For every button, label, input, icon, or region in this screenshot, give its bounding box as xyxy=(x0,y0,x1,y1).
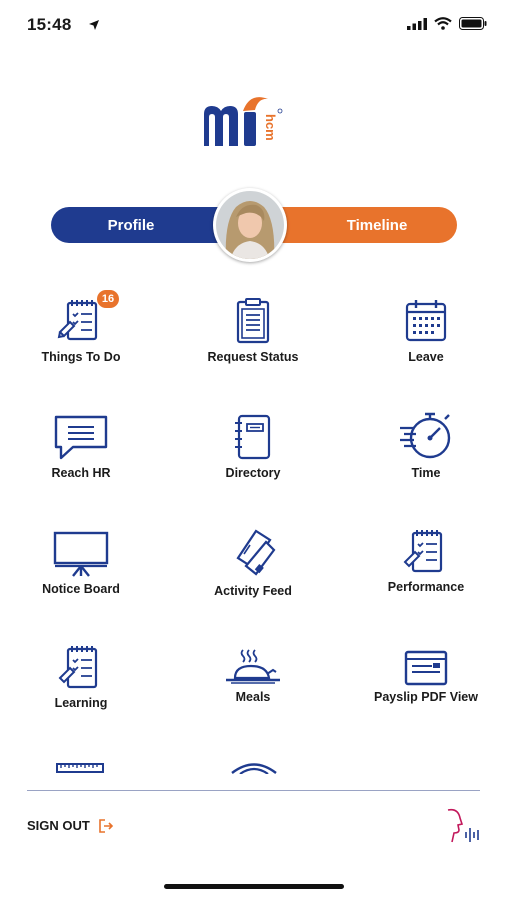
avatar[interactable] xyxy=(203,188,297,262)
sign-out-label: SIGN OUT xyxy=(27,818,90,833)
signal-icon xyxy=(407,17,427,30)
clipboard-icon xyxy=(236,298,270,344)
menu-label: Payslip PDF View xyxy=(374,690,478,704)
menu-label: Leave xyxy=(408,350,444,364)
menu-reach-hr[interactable]: Reach HR xyxy=(11,414,151,480)
menu-leave[interactable]: Leave xyxy=(356,298,496,364)
menu-label: Learning xyxy=(54,696,108,710)
menu-notice-board[interactable]: Notice Board xyxy=(11,530,151,596)
easel-board-icon xyxy=(53,531,109,577)
notebook-icon xyxy=(235,414,271,460)
menu-meals[interactable]: Meals xyxy=(183,648,323,704)
menu-label: Time xyxy=(411,466,441,480)
location-arrow-icon xyxy=(89,20,99,30)
menu-label: Things To Do xyxy=(41,350,121,364)
menu-label: Notice Board xyxy=(42,582,120,596)
payslip-icon xyxy=(404,650,448,686)
wifi-icon xyxy=(434,17,452,30)
menu-time[interactable]: Time xyxy=(356,410,496,480)
menu-performance[interactable]: Performance xyxy=(356,528,496,594)
menu-label: Directory xyxy=(225,466,281,480)
sign-out-button[interactable]: SIGN OUT xyxy=(27,818,114,833)
chat-bubble-icon xyxy=(54,415,108,460)
menu-directory[interactable]: Directory xyxy=(183,414,323,480)
logout-icon xyxy=(99,818,113,833)
tags-icon xyxy=(236,529,276,576)
menu-label: Activity Feed xyxy=(214,584,292,598)
things-to-do-count-badge: 16 xyxy=(97,290,119,308)
menu-learning[interactable]: Learning xyxy=(11,644,151,710)
stopwatch-icon xyxy=(400,412,451,459)
menu-label: Request Status xyxy=(207,350,299,364)
ruler-icon xyxy=(56,763,104,773)
svg-text:hcm: hcm xyxy=(263,114,278,141)
avatar-photo xyxy=(216,191,284,259)
battery-icon xyxy=(459,17,487,30)
divider xyxy=(27,790,480,791)
food-platter-icon xyxy=(226,649,280,684)
menu-request-status[interactable]: Request Status xyxy=(183,298,323,364)
checklist-icon xyxy=(58,646,98,689)
wifi-arc-icon xyxy=(231,763,277,774)
checklist-icon xyxy=(403,530,443,573)
menu-activity-feed[interactable]: Activity Feed xyxy=(183,528,323,598)
status-time: 15:48 xyxy=(27,15,72,34)
menu-label: Meals xyxy=(235,690,271,704)
menu-things-to-do[interactable]: Things To Do xyxy=(11,298,151,364)
voice-assistant-icon[interactable] xyxy=(442,808,482,844)
mi-hcm-logo: hcm xyxy=(204,97,283,146)
menu-payslip-pdf-view[interactable]: Payslip PDF View xyxy=(356,650,496,704)
menu-label: Performance xyxy=(387,580,465,594)
status-bar: 15:48 xyxy=(0,0,507,54)
home-indicator xyxy=(164,884,344,889)
calendar-icon xyxy=(405,300,447,342)
menu-label: Reach HR xyxy=(51,466,111,480)
